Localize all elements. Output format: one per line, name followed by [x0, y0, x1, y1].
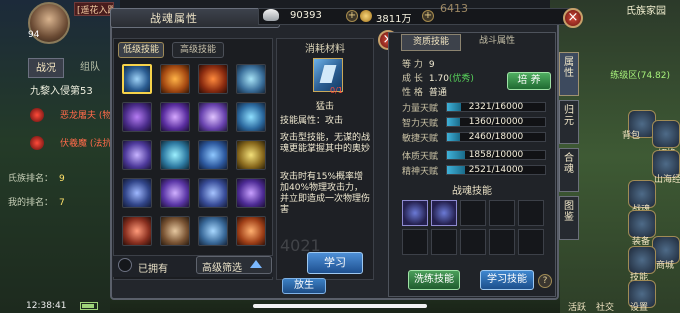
game-world-left	[0, 0, 120, 313]
skill-icon-fire-slash[interactable]	[160, 64, 190, 94]
battle-skill-slot[interactable]	[489, 200, 515, 226]
battle-skill-slot[interactable]	[489, 229, 515, 255]
silver-ingot-icon	[263, 9, 279, 21]
skill-icon-guard[interactable]	[198, 216, 228, 246]
enemy-entry[interactable]: 伏羲魔 (法抗	[30, 132, 116, 154]
tab-gallery[interactable]: 图鉴	[559, 196, 579, 240]
switch-icon[interactable]	[652, 120, 680, 148]
aptitude-row: 敏捷天赋 2460/18000	[402, 131, 552, 144]
skill-icon-smash[interactable]	[122, 64, 152, 94]
skill-description-1: 攻击型技能，无谋的战魂更能掌握其中的奥妙	[280, 133, 371, 154]
skill-icon-warrior[interactable]	[160, 216, 190, 246]
arrow-up-icon	[250, 260, 262, 268]
battle-skill-slot[interactable]	[402, 229, 428, 255]
tab-attribute[interactable]: 属性	[559, 52, 579, 96]
skill-icon-dark[interactable]	[160, 178, 190, 208]
skill-icon-blaze[interactable]	[236, 216, 266, 246]
enemy-name: 伏羲魔 (法抗	[60, 139, 112, 149]
enemy-entry[interactable]: 恶龙屠夫 (物	[30, 104, 116, 126]
active-label[interactable]: 活跃	[568, 300, 586, 313]
tab-battle-attr[interactable]: 战斗属性	[469, 34, 525, 51]
social-label[interactable]: 社交	[596, 300, 614, 313]
skill-icon-spear[interactable]	[198, 140, 228, 170]
tab-merge-soul[interactable]: 合魂	[559, 148, 579, 192]
background-number: 6413	[440, 2, 468, 15]
skill-icon-flame[interactable]	[198, 64, 228, 94]
skill-attribute: 技能属性：攻击	[280, 116, 344, 126]
skill-icon-rage[interactable]	[122, 216, 152, 246]
clan-rank: 氏族排名： 9	[8, 174, 65, 184]
battle-skill-slot[interactable]	[460, 200, 486, 226]
home-indicator	[253, 304, 427, 308]
battle-skill-slot[interactable]	[460, 229, 486, 255]
bag-label: 背包	[622, 131, 641, 141]
tab-return[interactable]: 归元	[559, 100, 579, 144]
aptitude-row: 智力天赋 1360/10000	[402, 116, 552, 129]
classic-book-label: 山海经	[654, 175, 680, 185]
tab-low-skill[interactable]: 低级技能	[118, 42, 164, 58]
player-name: [遥花入跟	[74, 2, 114, 16]
skill-icon-gold[interactable]	[236, 140, 266, 170]
window-title: 战魂属性	[150, 12, 198, 25]
cultivate-button[interactable]: 培 养	[507, 72, 551, 90]
skill-icon-shadow[interactable]	[160, 102, 190, 132]
advanced-filter-label: 高级筛选	[202, 263, 242, 274]
owned-label: 已拥有	[138, 264, 168, 275]
wash-skill-button[interactable]: 洗练技能	[408, 270, 460, 290]
battle-skill-slot[interactable]	[431, 229, 457, 255]
clock: 12:38:41	[26, 301, 67, 311]
battle-skill-slot[interactable]	[518, 200, 544, 226]
material-title: 消耗材料	[305, 44, 345, 55]
skill-icon-strike[interactable]	[198, 178, 228, 208]
aptitude-row: 力量天赋 2321/16000	[402, 101, 552, 114]
player-level: 94	[28, 30, 40, 40]
skill-icon-ice[interactable]	[236, 64, 266, 94]
tab-battle-status[interactable]: 战况	[28, 58, 64, 78]
material-count: 0/1	[330, 86, 343, 95]
skill-icon-wind[interactable]	[198, 102, 228, 132]
tab-high-skill[interactable]: 高级技能	[172, 42, 224, 58]
material-name: 猛击	[315, 102, 334, 112]
battery-icon	[80, 302, 98, 310]
my-rank: 我的排名： 7	[8, 198, 65, 208]
gold-coin-icon	[360, 10, 372, 22]
quest-tracker[interactable]: 九黎入侵第53	[30, 82, 93, 97]
stat-growth: 成 长 1.70(优秀)	[402, 74, 474, 84]
aptitude-row: 体质天赋 1858/10000	[402, 149, 552, 162]
help-icon[interactable]: ?	[538, 274, 552, 288]
gold-amount: 3811万	[376, 14, 412, 25]
battle-skill-slot[interactable]	[402, 200, 428, 226]
skill-icon-blade[interactable]	[122, 178, 152, 208]
enemy-skull-icon	[30, 108, 44, 122]
skill-description-2: 攻击时有15%概率增加40%物理攻击力，并立即造成一次物理伤害	[280, 172, 371, 215]
skill-icon-frost-hand[interactable]	[160, 140, 190, 170]
release-button[interactable]: 放生	[282, 278, 326, 294]
add-gold-button[interactable]: +	[422, 10, 434, 22]
learn-skill-button[interactable]: 学习技能	[480, 270, 534, 290]
skill-icon-thunder[interactable]	[122, 140, 152, 170]
owned-checkbox[interactable]	[118, 258, 132, 272]
tab-team[interactable]: 组队	[72, 58, 108, 78]
clan-home-button[interactable]: 氏族家园	[626, 2, 666, 17]
map-coordinate: 练级区(74.82)	[610, 71, 670, 81]
skill-grid	[120, 62, 270, 246]
enemy-skull-icon	[30, 136, 44, 150]
add-silver-button[interactable]: +	[346, 10, 358, 22]
skill-icon-void[interactable]	[236, 178, 266, 208]
silver-amount: 90393	[290, 10, 322, 21]
battle-skill-title: 战魂技能	[452, 186, 492, 197]
skill-icon-water[interactable]	[236, 102, 266, 132]
tab-aptitude-skill[interactable]: 资质技能	[401, 34, 461, 51]
learn-button[interactable]: 学习	[307, 252, 363, 274]
battle-skill-slot[interactable]	[431, 200, 457, 226]
skill-icon-arcane[interactable]	[122, 102, 152, 132]
settings-label: 设置	[630, 303, 649, 313]
shop-label: 商城	[656, 261, 675, 271]
battle-skill-slot[interactable]	[518, 229, 544, 255]
stat-nature: 性 格普通	[402, 88, 447, 98]
stat-level: 等 力9	[402, 60, 435, 70]
aptitude-row: 精神天赋 2521/14000	[402, 164, 552, 177]
enemy-name: 恶龙屠夫 (物	[60, 111, 112, 121]
close-icon[interactable]: ×	[563, 8, 583, 28]
